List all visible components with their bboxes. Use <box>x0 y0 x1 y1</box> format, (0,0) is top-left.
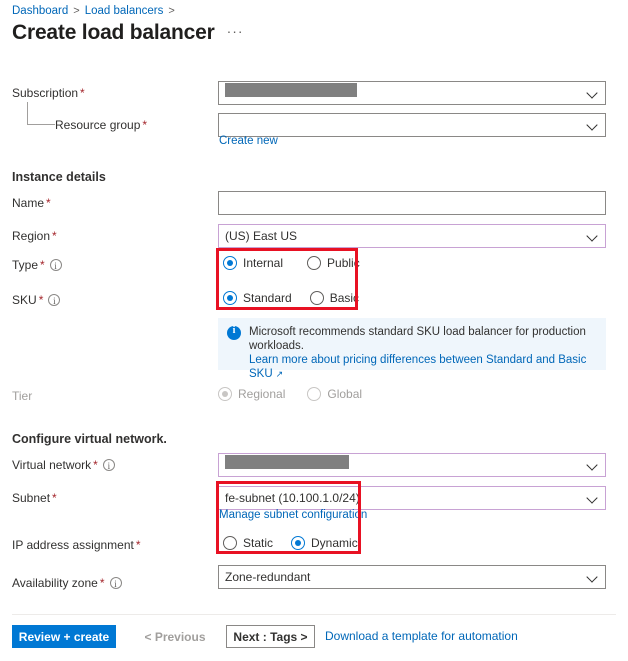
availability-zone-select[interactable]: Zone-redundant <box>218 565 606 589</box>
review-create-button[interactable]: Review + create <box>12 625 116 648</box>
subscription-label: Subscription * <box>12 86 85 100</box>
tier-radio-group: Regional Global <box>218 387 362 401</box>
chevron-down-icon <box>587 571 599 583</box>
type-label: Type * <box>12 257 62 274</box>
create-new-resource-group-link[interactable]: Create new <box>219 134 278 148</box>
sku-option-basic-label: Basic <box>329 291 360 305</box>
breadcrumb-separator-icon-2: > <box>168 5 175 17</box>
required-asterisk: * <box>46 196 51 210</box>
sku-banner-learn-more-link[interactable]: Learn more about pricing differences bet… <box>249 354 586 380</box>
sku-radio-group: Standard Basic <box>223 291 359 305</box>
required-asterisk: * <box>52 229 57 243</box>
availability-zone-label: Availability zone * <box>12 575 122 592</box>
ip-assignment-option-dynamic-label: Dynamic <box>311 536 358 550</box>
redaction-bar <box>225 455 349 469</box>
next-tags-button[interactable]: Next : Tags > <box>226 625 315 648</box>
chevron-down-icon <box>587 459 599 471</box>
ip-address-assignment-label: IP address assignment * <box>12 538 141 552</box>
chevron-down-icon <box>587 230 599 242</box>
radio-dot-icon <box>307 387 322 401</box>
availability-zone-value: Zone-redundant <box>225 570 311 584</box>
chevron-down-icon <box>587 87 599 99</box>
sku-label: SKU * <box>12 292 61 309</box>
type-option-internal[interactable]: Internal <box>223 256 283 270</box>
breadcrumb-separator-icon: > <box>73 5 80 17</box>
hierarchy-connector <box>27 102 55 125</box>
more-actions-icon[interactable]: ··· <box>227 23 244 39</box>
info-icon <box>227 325 241 340</box>
name-label: Name * <box>12 196 51 210</box>
sku-option-standard[interactable]: Standard <box>223 291 292 305</box>
ip-assignment-option-static[interactable]: Static <box>223 536 273 550</box>
ip-assignment-option-static-label: Static <box>243 536 274 550</box>
sku-banner-text-wrap: Microsoft recommends standard SKU load b… <box>249 325 597 380</box>
instance-details-heading: Instance details <box>12 170 106 184</box>
info-icon[interactable] <box>102 458 115 474</box>
page-title: Create load balancer <box>12 21 215 44</box>
manage-subnet-configuration-link[interactable]: Manage subnet configuration <box>219 508 367 522</box>
radio-dot-icon <box>223 536 237 550</box>
ip-assignment-option-dynamic[interactable]: Dynamic <box>291 536 358 550</box>
create-load-balancer-page: Dashboard > Load balancers > Create load… <box>0 0 628 661</box>
breadcrumb-item-dashboard[interactable]: Dashboard <box>12 4 68 18</box>
radio-dot-icon <box>218 387 232 401</box>
sku-recommendation-banner: Microsoft recommends standard SKU load b… <box>218 318 606 380</box>
subnet-label: Subnet * <box>12 491 57 505</box>
external-link-icon[interactable]: ↗ <box>276 369 284 379</box>
tier-option-global: Global <box>307 387 362 401</box>
required-asterisk: * <box>80 86 85 100</box>
required-asterisk: * <box>142 118 148 132</box>
region-select[interactable]: (US) East US <box>218 224 606 248</box>
subnet-value: fe-subnet (10.100.1.0/24) <box>225 491 360 505</box>
radio-dot-icon <box>223 256 237 270</box>
sku-option-standard-label: Standard <box>243 291 292 305</box>
tier-option-regional-label: Regional <box>238 387 286 401</box>
tier-option-regional: Regional <box>218 387 285 401</box>
subnet-select[interactable]: fe-subnet (10.100.1.0/24) <box>218 486 606 510</box>
configure-vnet-heading: Configure virtual network. <box>12 432 167 446</box>
required-asterisk: * <box>93 458 98 472</box>
footer-divider <box>12 614 616 615</box>
chevron-down-icon <box>587 119 599 131</box>
scrolled-content-edge <box>28 64 38 68</box>
tier-label: Tier <box>12 389 33 403</box>
chevron-down-icon <box>587 492 599 504</box>
sku-banner-message: Microsoft recommends standard SKU load b… <box>249 326 586 352</box>
page-title-row: Create load balancer ··· <box>12 20 244 46</box>
virtual-network-label: Virtual network * <box>12 457 115 474</box>
region-value: (US) East US <box>225 229 298 243</box>
type-option-internal-label: Internal <box>243 256 284 270</box>
required-asterisk: * <box>38 293 44 307</box>
type-radio-group: Internal Public <box>223 256 360 270</box>
previous-button: < Previous <box>144 629 206 644</box>
required-asterisk: * <box>99 576 105 590</box>
breadcrumb-item-load-balancers[interactable]: Load balancers <box>85 4 164 18</box>
type-option-public-label: Public <box>327 256 360 270</box>
redaction-bar <box>225 83 357 97</box>
sku-option-basic[interactable]: Basic <box>309 291 360 305</box>
name-input[interactable] <box>218 191 606 215</box>
type-option-public[interactable]: Public <box>307 256 360 270</box>
required-asterisk: * <box>135 538 141 552</box>
info-icon[interactable] <box>48 293 61 309</box>
region-label: Region * <box>12 229 57 243</box>
ip-assignment-radio-group: Static Dynamic <box>223 536 358 550</box>
required-asterisk: * <box>40 258 45 272</box>
radio-dot-icon <box>223 291 237 305</box>
virtual-network-select[interactable] <box>218 453 606 477</box>
radio-dot-icon <box>291 536 306 550</box>
tier-option-global-label: Global <box>327 387 363 401</box>
subscription-value <box>225 82 583 104</box>
subscription-select[interactable] <box>218 81 606 105</box>
virtual-network-value <box>225 454 583 476</box>
required-asterisk: * <box>52 491 57 505</box>
download-template-link[interactable]: Download a template for automation <box>325 625 518 648</box>
info-icon[interactable] <box>49 258 62 274</box>
breadcrumb: Dashboard > Load balancers > <box>12 4 175 18</box>
radio-dot-icon <box>309 291 324 305</box>
resource-group-label: Resource group * <box>55 118 148 132</box>
info-icon[interactable] <box>109 576 122 592</box>
radio-dot-icon <box>307 256 322 270</box>
